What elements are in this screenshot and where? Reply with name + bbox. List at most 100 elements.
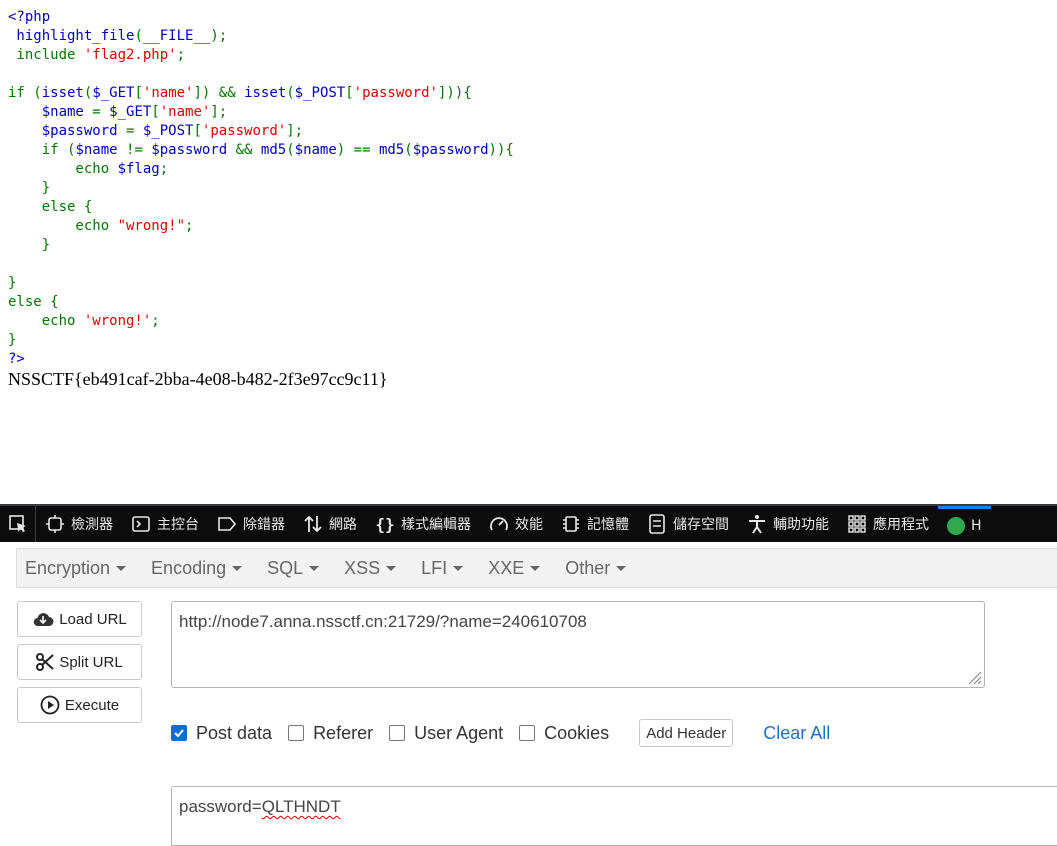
menu-encoding[interactable]: Encoding	[151, 557, 243, 579]
menu-sql-label: SQL	[267, 557, 304, 578]
code-token: isset	[41, 85, 84, 101]
menu-xxe-label: XXE	[488, 557, 525, 578]
code-token: $_GET	[109, 104, 152, 120]
storage-icon	[647, 514, 667, 534]
tab-accessibility[interactable]: 輔助功能	[738, 506, 838, 542]
checkmark-icon	[174, 729, 184, 738]
execute-button[interactable]: Execute	[17, 687, 142, 723]
caret-down-icon	[530, 565, 541, 571]
code-token: __FILE__	[142, 28, 211, 44]
user-agent-checkbox[interactable]	[389, 725, 406, 741]
tab-hackbar[interactable]: H	[938, 506, 991, 542]
devtools-toolbar: 檢測器 主控台 除錯器 網路 {} 樣式編輯器 效能 記憶體 儲存空間 輔助功能…	[0, 504, 1057, 542]
menu-sql[interactable]: SQL	[267, 557, 320, 579]
code-token: ?>	[8, 351, 25, 367]
code-token: [	[345, 85, 354, 101]
tab-style-editor[interactable]: {} 樣式編輯器	[366, 506, 480, 542]
post-data-option[interactable]: Post data	[171, 723, 272, 744]
code-token: else {	[8, 294, 59, 310]
post-data-label: Post data	[196, 722, 273, 743]
tab-network[interactable]: 網路	[294, 506, 366, 542]
code-token: &&	[235, 142, 261, 158]
code-token: (	[286, 142, 295, 158]
execute-label: Execute	[64, 696, 120, 714]
tab-inspector[interactable]: 檢測器	[36, 506, 122, 542]
code-token: (	[286, 85, 295, 101]
code-token: [	[134, 85, 143, 101]
menu-lfi[interactable]: LFI	[421, 558, 464, 579]
code-token: ;	[151, 313, 160, 329]
code-token: $name	[41, 104, 93, 120]
style-editor-icon: {}	[375, 514, 395, 534]
code-line: if ($name != $password && md5($name) == …	[8, 141, 514, 160]
code-token: [	[151, 104, 160, 120]
menu-encoding-label: Encoding	[151, 557, 227, 578]
post-data-checkbox[interactable]	[171, 725, 187, 741]
play-circle-icon	[40, 695, 60, 715]
referer-option[interactable]: Referer	[288, 723, 373, 744]
tab-storage[interactable]: 儲存空間	[638, 506, 738, 542]
code-token: [	[193, 123, 202, 139]
tab-console[interactable]: 主控台	[122, 506, 208, 542]
code-token: 'password'	[353, 85, 438, 101]
caret-down-icon	[616, 565, 627, 571]
code-line: }	[8, 179, 514, 198]
code-token: ];	[210, 104, 228, 120]
tab-application[interactable]: 應用程式	[838, 506, 938, 542]
cookies-option[interactable]: Cookies	[519, 723, 609, 744]
resize-grip-icon[interactable]	[966, 669, 982, 685]
clear-all-link[interactable]: Clear All	[763, 723, 830, 744]
menu-encryption[interactable]: Encryption	[25, 558, 127, 579]
referer-checkbox[interactable]	[288, 725, 305, 741]
tab-memory[interactable]: 記憶體	[552, 506, 638, 542]
menu-other-label: Other	[565, 557, 611, 578]
tab-debugger[interactable]: 除錯器	[208, 506, 294, 542]
post-data-key: password=	[179, 797, 262, 816]
tab-performance[interactable]: 效能	[480, 506, 552, 542]
code-token: $name	[75, 142, 127, 158]
tab-inspector-label: 檢測器	[71, 517, 113, 533]
code-token: echo	[8, 313, 84, 329]
code-token: ;	[185, 218, 194, 234]
load-url-button[interactable]: Load URL	[17, 601, 142, 637]
hackbar-panel: Encryption Encoding SQL XSS LFI XXE Othe…	[0, 542, 1057, 846]
menu-xss[interactable]: XSS	[344, 558, 397, 579]
menu-other[interactable]: Other	[565, 557, 627, 579]
scissors-icon	[36, 653, 54, 671]
code-token: }	[8, 275, 17, 291]
add-header-button[interactable]: Add Header	[639, 719, 734, 747]
cookies-checkbox[interactable]	[519, 725, 536, 741]
php-source-code: <?php highlight_file(__FILE__); include …	[8, 8, 514, 369]
referer-label: Referer	[313, 722, 374, 743]
code-token: if (	[8, 85, 42, 101]
memory-icon	[561, 514, 581, 534]
code-token: $_POST	[294, 85, 346, 101]
menu-xxe[interactable]: XXE	[488, 557, 541, 579]
tab-storage-label: 儲存空間	[673, 517, 729, 533]
code-token: =	[126, 123, 143, 139]
code-token: echo	[8, 218, 118, 234]
user-agent-option[interactable]: User Agent	[389, 723, 503, 744]
code-token: =	[92, 104, 110, 120]
element-picker-button[interactable]	[0, 506, 36, 542]
options-row: Post data Referer User Agent Cookies Add…	[171, 719, 830, 747]
flag-output: NSSCTF{eb491caf-2bba-4e08-b482-2f3e97cc9…	[8, 369, 388, 389]
code-token: $_POST	[142, 123, 194, 139]
code-token: ]) &&	[193, 85, 245, 101]
caret-down-icon	[453, 565, 464, 571]
tab-style-editor-label: 樣式編輯器	[401, 517, 471, 533]
post-data-textarea[interactable]: password=QLTHNDT	[171, 786, 1057, 846]
url-textarea[interactable]: http://node7.anna.nssctf.cn:21729/?name=…	[171, 601, 985, 688]
cloud-download-icon	[32, 611, 54, 627]
code-token: $name	[294, 142, 337, 158]
code-line: echo 'wrong!';	[8, 312, 514, 331]
split-url-button[interactable]: Split URL	[17, 644, 142, 680]
code-token: "wrong!"	[117, 218, 186, 234]
code-token: $password	[412, 142, 489, 158]
code-token: 'name'	[142, 85, 194, 101]
hackbar-menu-bar: Encryption Encoding SQL XSS LFI XXE Othe…	[16, 548, 1057, 588]
